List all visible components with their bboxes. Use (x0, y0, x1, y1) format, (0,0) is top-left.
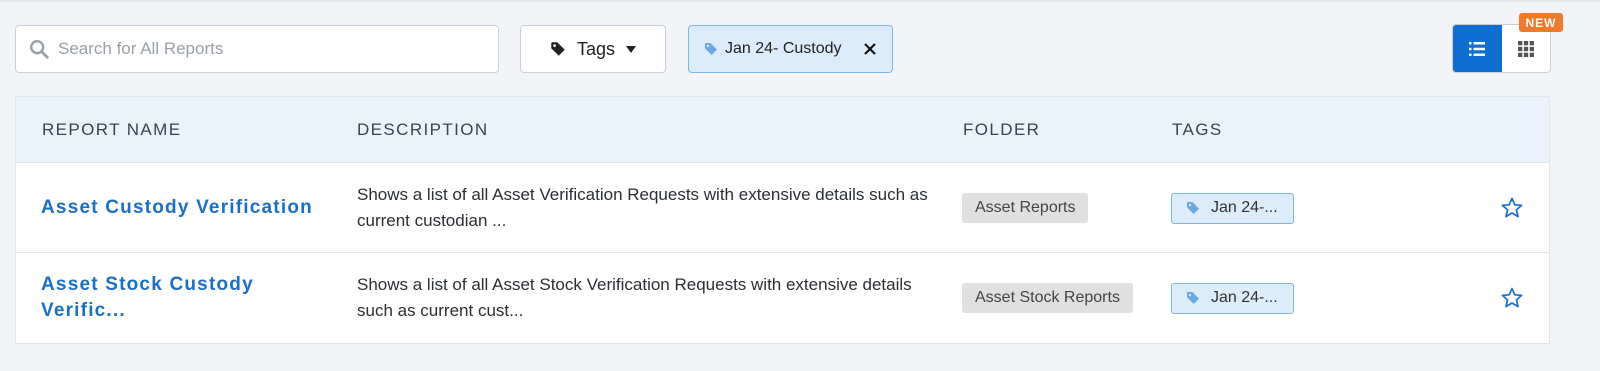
tag-icon (1187, 292, 1199, 304)
new-badge: NEW (1519, 13, 1563, 32)
caret-down-icon (626, 46, 637, 53)
reports-table: REPORT NAME DESCRIPTION FOLDER TAGS Asse… (15, 96, 1550, 344)
report-description: Shows a list of all Asset Stock Verifica… (357, 275, 912, 320)
list-view-button[interactable] (1453, 25, 1502, 72)
search-input[interactable] (58, 39, 478, 59)
favorite-cell (1500, 163, 1524, 253)
active-tag-filter: Jan 24- Custody (688, 25, 893, 73)
tag-chip-label: Jan 24-... (1211, 199, 1278, 216)
folder-cell: Asset Reports (962, 163, 1089, 253)
table-header: REPORT NAME DESCRIPTION FOLDER TAGS (16, 97, 1549, 163)
list-icon (1469, 41, 1486, 56)
search-icon (30, 40, 49, 59)
report-name-cell: Asset Custody Verification (41, 163, 331, 253)
favorite-cell (1500, 253, 1524, 343)
active-filter-label: Jan 24- Custody (725, 40, 842, 57)
report-name-link[interactable]: Asset Stock Custody Verific... (41, 272, 306, 324)
tag-chip[interactable]: Jan 24-... (1171, 282, 1294, 314)
grid-icon (1517, 40, 1534, 57)
star-icon[interactable] (1500, 196, 1524, 220)
folder-chip: Asset Stock Reports (962, 283, 1133, 313)
column-header-description[interactable]: DESCRIPTION (357, 97, 489, 163)
column-header-folder[interactable]: FOLDER (963, 97, 1040, 163)
search-box[interactable] (15, 25, 499, 73)
report-name-link[interactable]: Asset Custody Verification (41, 195, 313, 221)
description-cell: Shows a list of all Asset Stock Verifica… (357, 253, 947, 343)
top-divider (0, 0, 1600, 2)
folder-cell: Asset Stock Reports (962, 253, 1133, 343)
close-icon[interactable] (862, 41, 878, 57)
table-row: Asset Custody Verification Shows a list … (16, 163, 1549, 253)
tags-cell: Jan 24-... (1171, 163, 1294, 253)
star-icon[interactable] (1500, 286, 1524, 310)
tag-chip-label: Jan 24-... (1211, 289, 1278, 306)
folder-chip: Asset Reports (962, 193, 1089, 223)
tags-label: Tags (576, 38, 616, 59)
tag-icon (551, 42, 565, 56)
tag-icon (705, 43, 717, 55)
description-cell: Shows a list of all Asset Verification R… (357, 163, 947, 253)
tags-dropdown-button[interactable]: Tags (520, 25, 666, 73)
tag-icon (1187, 202, 1199, 214)
column-header-tags[interactable]: TAGS (1172, 97, 1223, 163)
report-name-cell: Asset Stock Custody Verific... (41, 253, 306, 343)
column-header-report-name[interactable]: REPORT NAME (42, 97, 181, 163)
report-description: Shows a list of all Asset Verification R… (357, 185, 928, 230)
tags-cell: Jan 24-... (1171, 253, 1294, 343)
tag-chip[interactable]: Jan 24-... (1171, 192, 1294, 224)
grid-view-button[interactable] (1502, 25, 1551, 72)
table-row: Asset Stock Custody Verific... Shows a l… (16, 253, 1549, 343)
